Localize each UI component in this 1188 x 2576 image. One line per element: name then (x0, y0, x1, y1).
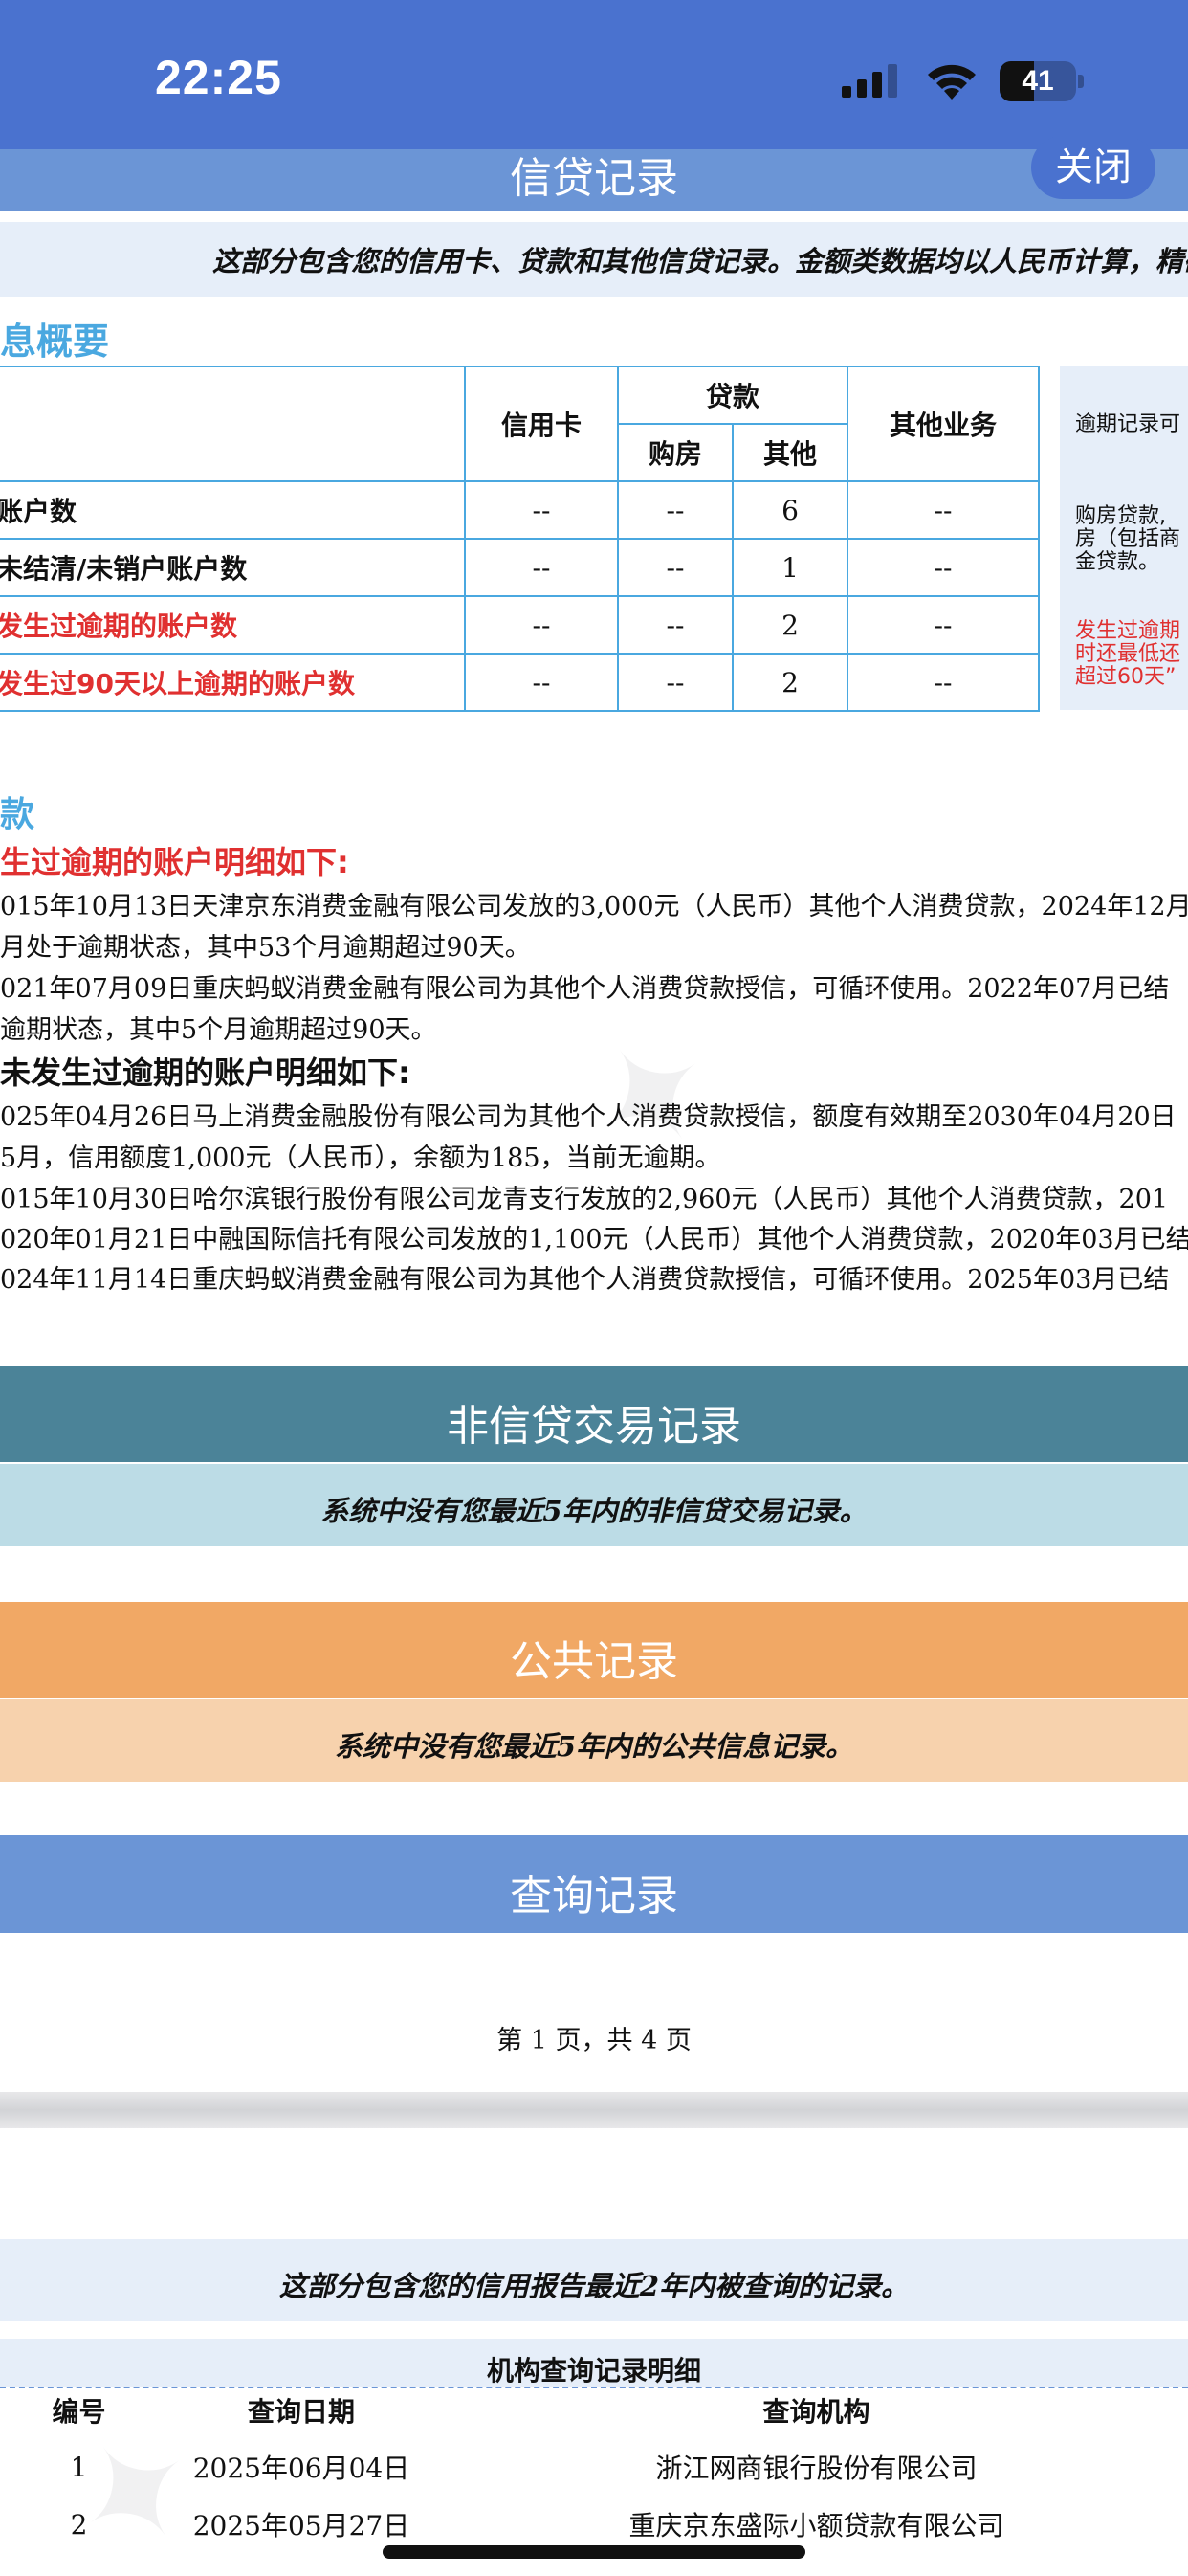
table-cell: 2 (732, 595, 848, 655)
table-cell: 2025年06月04日 (192, 2453, 410, 2484)
table-cell: 6 (732, 480, 848, 540)
normal-account-line: 015年10月30日哈尔滨银行股份有限公司龙青支行发放的2,960元（人民币）其… (0, 1185, 1169, 1214)
table-cell: -- (617, 595, 734, 655)
overdue-account-line: 月处于逾期状态，其中53个月逾期超过90天。 (0, 933, 531, 963)
non-credit-note: 系统中没有您最近5年内的非信贷交易记录。 (320, 1495, 868, 1527)
col-other-business: 其他业务 (847, 366, 1040, 482)
normal-account-line: 025年04月26日马上消费金融股份有限公司为其他个人消费贷款授信，额度有效期至… (0, 1102, 1177, 1132)
table-cell: 2 (732, 653, 848, 712)
summary-title: 息概要 (0, 321, 110, 363)
row-label: 发生过90天以上逾期的账户数 (0, 653, 466, 712)
page-indicator: 第 1 页，共 4 页 (496, 2026, 692, 2055)
cellular-signal-icon (842, 64, 897, 98)
query-intro: 这部分包含您的信用报告最近2年内被查询的记录。 (278, 2270, 910, 2302)
table-cell: -- (847, 595, 1040, 655)
row-label: 未结清/未销户账户数 (0, 538, 466, 597)
table-row: 发生过逾期的账户数 -- -- 2 -- (0, 595, 1040, 655)
loan-section-heading: 款 (0, 795, 35, 834)
table-cell: -- (617, 653, 734, 712)
table-cell: -- (464, 653, 619, 712)
table-cell: 重庆京东盛际小额贷款有限公司 (628, 2510, 1004, 2542)
table-cell: -- (847, 480, 1040, 540)
col-query-institution: 查询机构 (762, 2396, 870, 2428)
battery-icon: 41 (1000, 61, 1086, 101)
side-note-3-line: 发生过逾期 (1075, 619, 1181, 643)
status-time: 22:25 (155, 51, 282, 104)
overdue-account-line: 021年07月09日重庆蚂蚁消费金融有限公司为其他个人消费贷款授信，可循环使用。… (0, 974, 1170, 1004)
non-credit-title: 非信贷交易记录 (447, 1402, 741, 1451)
side-note-1: 逾期记录可 (1075, 412, 1181, 436)
table-row: 未结清/未销户账户数 -- -- 1 -- (0, 538, 1040, 597)
table-cell: -- (617, 538, 734, 597)
table-cell: -- (617, 480, 734, 540)
col-number: 编号 (52, 2396, 106, 2428)
table-cell: 浙江网商银行股份有限公司 (655, 2453, 978, 2484)
row-label: 账户数 (0, 480, 466, 540)
side-note-3-line: 时还最低还 (1075, 642, 1181, 666)
overdue-account-line: 逾期状态，其中5个月逾期超过90天。 (0, 1015, 437, 1045)
wifi-icon (928, 64, 976, 100)
col-query-date: 查询日期 (247, 2396, 355, 2428)
col-loan-other: 其他 (732, 423, 848, 482)
side-note-3-line: 超过60天” (1075, 665, 1177, 689)
home-indicator[interactable] (383, 2545, 805, 2559)
normal-account-line: 020年01月21日中融国际信托有限公司发放的1,100元（人民币）其他个人消费… (0, 1225, 1188, 1255)
table-cell: -- (464, 480, 619, 540)
normal-account-line: 5月，信用额度1,000元（人民币），余额为185，当前无逾期。 (0, 1144, 721, 1173)
table-cell: 2025年05月27日 (192, 2510, 410, 2542)
page-title: 信贷记录 (510, 154, 678, 203)
table-cell: 2 (70, 2508, 88, 2541)
normal-accounts-title: 未发生过逾期的账户明细如下: (0, 1055, 410, 1091)
table-cell: 1 (70, 2451, 88, 2483)
summary-corner-cell (0, 366, 466, 482)
overdue-accounts-title: 生过逾期的账户明细如下: (0, 844, 349, 880)
query-title: 查询记录 (510, 1872, 678, 1921)
table-row: 2 2025年05月27日 重庆京东盛际小额贷款有限公司 (0, 2496, 1188, 2553)
table-row: 账户数 -- -- 6 -- (0, 480, 1040, 540)
table-cell: 1 (732, 538, 848, 597)
side-note-2-line: 购房贷款, (1075, 504, 1166, 528)
battery-level: 41 (1022, 65, 1054, 97)
col-loan-house: 购房 (617, 423, 734, 482)
col-loan: 贷款 (617, 366, 848, 425)
side-note-2-line: 房（包括商 (1075, 527, 1181, 551)
page-divider (0, 2092, 1188, 2128)
side-note-2-line: 金贷款。 (1075, 550, 1160, 574)
public-note: 系统中没有您最近5年内的公共信息记录。 (334, 1730, 854, 1763)
public-title: 公共记录 (510, 1637, 678, 1686)
row-label: 发生过逾期的账户数 (0, 595, 466, 655)
credit-intro-text: 这部分包含您的信用卡、贷款和其他信贷记录。金额类数据均以人民币计算，精确 (212, 245, 1188, 278)
table-row: 1 2025年06月04日 浙江网商银行股份有限公司 (0, 2438, 1188, 2496)
table-cell: -- (847, 653, 1040, 712)
overdue-account-line: 015年10月13日天津京东消费金融有限公司发放的3,000元（人民币）其他个人… (0, 892, 1188, 922)
close-button[interactable]: 关闭 (1031, 136, 1155, 199)
table-cell: -- (464, 538, 619, 597)
summary-table: 信用卡 贷款 其他业务 购房 其他 账户数 -- -- 6 -- 未结清/未销户… (0, 366, 1040, 712)
col-credit-card: 信用卡 (464, 366, 619, 482)
normal-account-line: 024年11月14日重庆蚂蚁消费金融有限公司为其他个人消费贷款授信，可循环使用。… (0, 1265, 1170, 1295)
table-cell: -- (847, 538, 1040, 597)
table-row: 发生过90天以上逾期的账户数 -- -- 2 -- (0, 653, 1040, 712)
table-cell: -- (464, 595, 619, 655)
query-table: 编号 查询日期 查询机构 1 2025年06月04日 浙江网商银行股份有限公司 … (0, 2383, 1188, 2553)
